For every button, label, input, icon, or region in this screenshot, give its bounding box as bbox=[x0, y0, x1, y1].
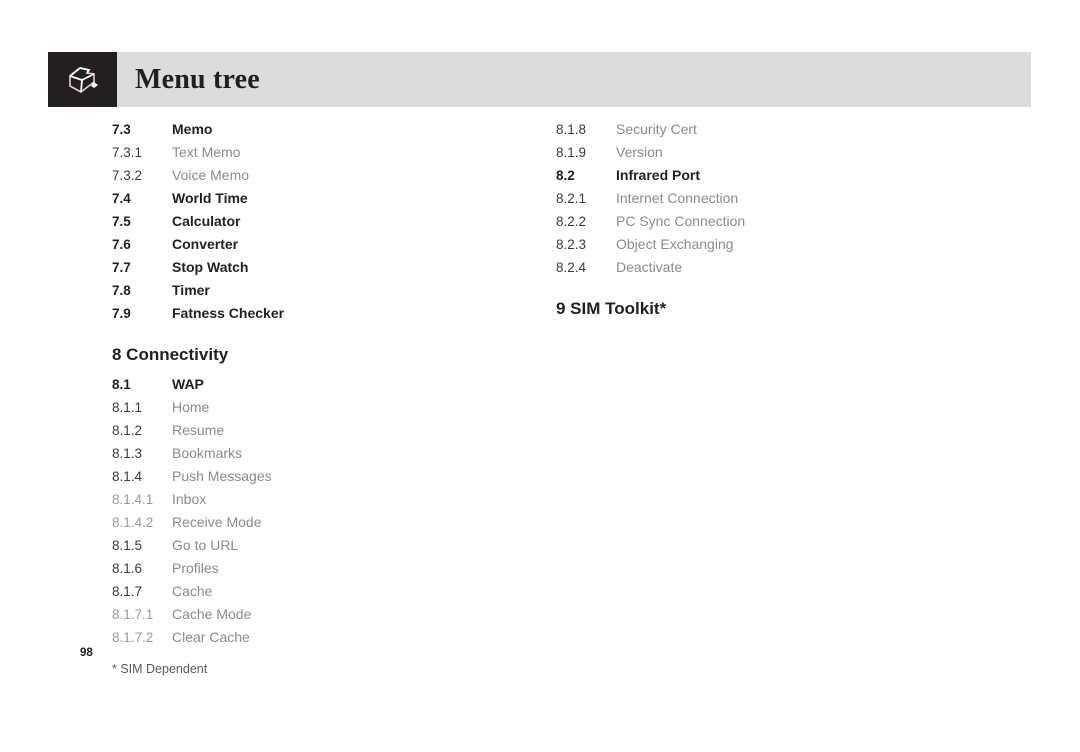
menu-tree-row: 8.1.7.1 Cache Mode bbox=[112, 603, 542, 626]
menu-item-number: 8.1.4.1 bbox=[112, 492, 154, 507]
section-heading: 9 SIM Toolkit* bbox=[556, 299, 667, 318]
menu-tree-row: 8.2.3 Object Exchanging bbox=[556, 233, 986, 256]
footnote: * SIM Dependent bbox=[112, 662, 208, 676]
menu-item-number: 7.4 bbox=[112, 191, 131, 206]
menu-item-label: Home bbox=[172, 399, 210, 415]
page-number: 98 bbox=[80, 647, 93, 659]
menu-tree-row: 8.1.2 Resume bbox=[112, 419, 542, 442]
menu-item-label: PC Sync Connection bbox=[616, 213, 746, 229]
menu-item-label: Timer bbox=[172, 282, 210, 298]
menu-item-number: 8.1.7.2 bbox=[112, 630, 154, 645]
menu-tree-row: 8.1.3 Bookmarks bbox=[112, 442, 542, 465]
menu-item-number: 8.2.1 bbox=[556, 191, 587, 206]
menu-item-label: Internet Connection bbox=[616, 190, 739, 206]
menu-item-label: Go to URL bbox=[172, 537, 239, 553]
menu-item-label: Calculator bbox=[172, 213, 241, 229]
menu-item-label: Infrared Port bbox=[616, 167, 701, 183]
menu-tree-row: 8.1.4.1 Inbox bbox=[112, 488, 542, 511]
menu-item-number: 7.3.2 bbox=[112, 168, 143, 183]
menu-item-number: 7.3.1 bbox=[112, 145, 143, 160]
menu-item-number: 8.1.5 bbox=[112, 538, 143, 553]
menu-item-label: World Time bbox=[172, 190, 248, 206]
menu-item-number: 8.1.6 bbox=[112, 561, 143, 576]
menu-tree-row: 7.3 Memo bbox=[112, 118, 542, 141]
menu-item-label: Security Cert bbox=[616, 121, 697, 137]
menu-item-label: Text Memo bbox=[172, 144, 241, 160]
menu-tree-row: 8.1 WAP bbox=[112, 373, 542, 396]
menu-item-label: Deactivate bbox=[616, 259, 683, 275]
menu-item-label: Version bbox=[616, 144, 663, 160]
menu-item-number: 7.3 bbox=[112, 122, 131, 137]
menu-item-number: 8.1.7 bbox=[112, 584, 143, 599]
menu-tree-row: 8.2.2 PC Sync Connection bbox=[556, 210, 986, 233]
menu-tree-row: 8.1.9 Version bbox=[556, 141, 986, 164]
header-icon-block bbox=[48, 52, 117, 107]
menu-item-number: 8.2.2 bbox=[556, 214, 587, 229]
menu-tree-row: 7.4 World Time bbox=[112, 187, 542, 210]
page-title: Menu tree bbox=[135, 63, 260, 95]
menu-item-number: 8.1.7.1 bbox=[112, 607, 154, 622]
menu-tree-row: 8.1.4 Push Messages bbox=[112, 465, 542, 488]
menu-tree-row: 8.2 Infrared Port bbox=[556, 164, 986, 187]
menu-item-number: 8.2.3 bbox=[556, 237, 587, 252]
menu-tree-row: 8.1.1 Home bbox=[112, 396, 542, 419]
menu-tree-row: 7.6 Converter bbox=[112, 233, 542, 256]
menu-item-label: Cache Mode bbox=[172, 606, 252, 622]
menu-item-number: 8.1.8 bbox=[556, 122, 587, 137]
menu-item-number: 8.2 bbox=[556, 168, 575, 183]
menu-item-label: Bookmarks bbox=[172, 445, 243, 461]
menu-item-label: Receive Mode bbox=[172, 514, 262, 530]
menu-item-number: 7.9 bbox=[112, 306, 131, 321]
menu-tree-row: 7.7 Stop Watch bbox=[112, 256, 542, 279]
menu-item-label: Inbox bbox=[172, 491, 207, 507]
menu-item-number: 8.1.4 bbox=[112, 469, 143, 484]
menu-tree-row: 8.2.4 Deactivate bbox=[556, 256, 986, 279]
menu-item-number: 7.5 bbox=[112, 214, 131, 229]
page-header-banner: Menu tree bbox=[48, 52, 1031, 107]
menu-item-number: 8.1.4.2 bbox=[112, 515, 154, 530]
section-heading: 8 Connectivity bbox=[112, 345, 229, 364]
menu-item-number: 8.1.3 bbox=[112, 446, 143, 461]
menu-item-label: Cache bbox=[172, 583, 213, 599]
menu-tree-column-left: 7.3 Memo 7.3.1 Text Memo 7.3.2 Voice Memo 7.4 W… bbox=[112, 118, 542, 649]
menu-tree-row: 7.3.2 Voice Memo bbox=[112, 164, 542, 187]
menu-tree-row: 8.1.7.2 Clear Cache bbox=[112, 626, 542, 649]
menu-tree-row: 7.8 Timer bbox=[112, 279, 542, 302]
menu-item-number: 7.8 bbox=[112, 283, 131, 298]
menu-item-label: Push Messages bbox=[172, 468, 272, 484]
menu-tree-row: 8.1.5 Go to URL bbox=[112, 534, 542, 557]
menu-item-label: Stop Watch bbox=[172, 259, 249, 275]
menu-tree-column-right: 8.1.8 Security Cert 8.1.9 Version 8.2 Infrare… bbox=[556, 118, 986, 327]
menu-tree-row: 8.2.1 Internet Connection bbox=[556, 187, 986, 210]
menu-item-label: Clear Cache bbox=[172, 629, 250, 645]
menu-tree-row: 8.1.6 Profiles bbox=[112, 557, 542, 580]
menu-tree-row: 7.3.1 Text Memo bbox=[112, 141, 542, 164]
menu-item-label: Voice Memo bbox=[172, 167, 250, 183]
menu-item-label: Resume bbox=[172, 422, 225, 438]
menu-item-label: WAP bbox=[172, 376, 204, 392]
menu-item-label: Object Exchanging bbox=[616, 236, 734, 252]
menu-item-label: Profiles bbox=[172, 560, 219, 576]
menu-tree-row: 8.1.8 Security Cert bbox=[556, 118, 986, 141]
menu-tree-row: 8.1.4.2 Receive Mode bbox=[112, 511, 542, 534]
menu-item-number: 8.1.9 bbox=[556, 145, 587, 160]
menu-item-number: 8.1.2 bbox=[112, 423, 143, 438]
menu-item-number: 7.6 bbox=[112, 237, 131, 252]
menu-item-label: Converter bbox=[172, 236, 239, 252]
menu-item-number: 8.1 bbox=[112, 377, 131, 392]
menu-tree-row: 8.1.7 Cache bbox=[112, 580, 542, 603]
menu-item-label: Memo bbox=[172, 121, 213, 137]
menu-item-number: 8.1.1 bbox=[112, 400, 143, 415]
menu-tree-row: 7.5 Calculator bbox=[112, 210, 542, 233]
menu-tree-row: 7.9 Fatness Checker bbox=[112, 302, 542, 325]
menu-item-number: 8.2.4 bbox=[556, 260, 587, 275]
menu-item-label: Fatness Checker bbox=[172, 305, 285, 321]
folder-icon bbox=[66, 64, 100, 96]
menu-item-number: 7.7 bbox=[112, 260, 131, 275]
